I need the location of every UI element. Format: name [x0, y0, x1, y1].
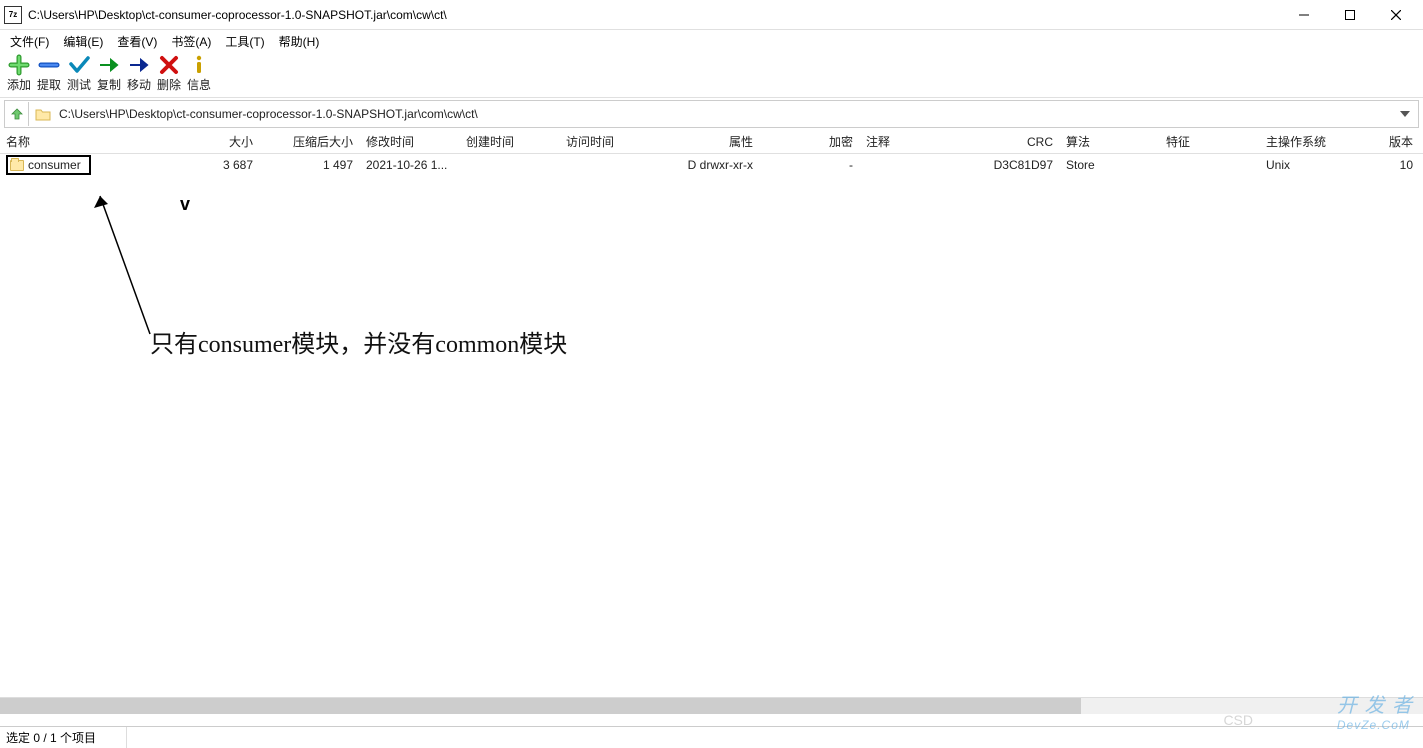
test-label: 测试 [67, 76, 91, 93]
extract-button[interactable]: 提取 [34, 54, 64, 95]
menu-tools[interactable]: 工具(T) [219, 31, 270, 52]
copy-button[interactable]: 复制 [94, 54, 124, 95]
row-mtime: 2021-10-26 1... [360, 158, 460, 172]
move-arrow-icon [127, 54, 151, 76]
menu-edit[interactable]: 编辑(E) [57, 31, 109, 52]
row-version: 10 [1360, 158, 1420, 172]
col-crc[interactable]: CRC [960, 135, 1060, 149]
toolbar: 添加 提取 测试 复制 移动 删除 信息 [0, 52, 1423, 98]
col-size[interactable]: 大小 [180, 133, 260, 150]
maximize-button[interactable] [1327, 0, 1373, 30]
annotation-text: 只有consumer模块，并没有common模块 [150, 324, 567, 359]
status-bar: 选定 0 / 1 个项目 [0, 726, 1423, 748]
address-dropdown[interactable] [1400, 111, 1418, 117]
folder-icon [33, 104, 53, 124]
info-label: 信息 [187, 76, 211, 93]
row-attr: D drwxr-xr-x [660, 158, 760, 172]
col-attr[interactable]: 属性 [660, 133, 760, 150]
add-button[interactable]: 添加 [4, 54, 34, 95]
watermark-brand: 开 发 者 DevZe.CoM [1337, 689, 1413, 732]
minus-icon [37, 54, 61, 76]
col-encrypt[interactable]: 加密 [760, 133, 860, 150]
delete-x-icon [157, 54, 181, 76]
col-name[interactable]: 名称 [0, 133, 180, 150]
menu-bookmarks[interactable]: 书签(A) [165, 31, 217, 52]
move-button[interactable]: 移动 [124, 54, 154, 95]
delete-label: 删除 [157, 76, 181, 93]
menu-bar: 文件(F) 编辑(E) 查看(V) 书签(A) 工具(T) 帮助(H) [0, 30, 1423, 52]
add-label: 添加 [7, 76, 31, 93]
menu-file[interactable]: 文件(F) [4, 31, 55, 52]
close-button[interactable] [1373, 0, 1419, 30]
folder-icon [10, 160, 24, 171]
copy-label: 复制 [97, 76, 121, 93]
row-os: Unix [1260, 158, 1360, 172]
horizontal-scrollbar[interactable] [0, 697, 1423, 714]
col-feature[interactable]: 特征 [1160, 133, 1260, 150]
minimize-button[interactable] [1281, 0, 1327, 30]
title-bar: 7z C:\Users\HP\Desktop\ct-consumer-copro… [0, 0, 1423, 30]
status-selection: 选定 0 / 1 个项目 [6, 727, 127, 748]
file-list[interactable]: consumer 3 687 1 497 2021-10-26 1... D d… [0, 154, 1423, 714]
info-icon [187, 54, 211, 76]
row-encrypt: - [760, 158, 860, 172]
col-packed[interactable]: 压缩后大小 [260, 133, 360, 150]
menu-help[interactable]: 帮助(H) [273, 31, 326, 52]
row-algo: Store [1060, 158, 1160, 172]
move-label: 移动 [127, 76, 151, 93]
col-algo[interactable]: 算法 [1060, 133, 1160, 150]
row-crc: D3C81D97 [960, 158, 1060, 172]
menu-view[interactable]: 查看(V) [111, 31, 163, 52]
col-mtime[interactable]: 修改时间 [360, 133, 460, 150]
test-button[interactable]: 测试 [64, 54, 94, 95]
address-bar: C:\Users\HP\Desktop\ct-consumer-coproces… [4, 100, 1419, 128]
col-comment[interactable]: 注释 [860, 133, 960, 150]
col-os[interactable]: 主操作系统 [1260, 133, 1360, 150]
table-row[interactable]: consumer 3 687 1 497 2021-10-26 1... D d… [0, 154, 1423, 176]
copy-arrow-icon [97, 54, 121, 76]
row-packed: 1 497 [260, 158, 360, 172]
plus-icon [7, 54, 31, 76]
scrollbar-thumb[interactable] [0, 698, 1081, 714]
annotation-arrow [60, 184, 180, 344]
app-icon: 7z [4, 6, 22, 24]
address-path[interactable]: C:\Users\HP\Desktop\ct-consumer-coproces… [53, 107, 1400, 121]
up-button[interactable] [5, 102, 29, 126]
watermark-csdn: CSD [1223, 712, 1253, 728]
row-name: consumer [28, 158, 81, 172]
delete-button[interactable]: 删除 [154, 54, 184, 95]
column-headers: 名称 大小 压缩后大小 修改时间 创建时间 访问时间 属性 加密 注释 CRC … [0, 130, 1423, 154]
col-atime[interactable]: 访问时间 [560, 133, 660, 150]
col-version[interactable]: 版本 [1360, 133, 1420, 150]
row-size: 3 687 [180, 158, 260, 172]
col-ctime[interactable]: 创建时间 [460, 133, 560, 150]
window-title: C:\Users\HP\Desktop\ct-consumer-coproces… [28, 8, 1281, 22]
info-button[interactable]: 信息 [184, 54, 214, 95]
check-icon [67, 54, 91, 76]
annotation-v-mark: v [180, 194, 190, 215]
extract-label: 提取 [37, 76, 61, 93]
